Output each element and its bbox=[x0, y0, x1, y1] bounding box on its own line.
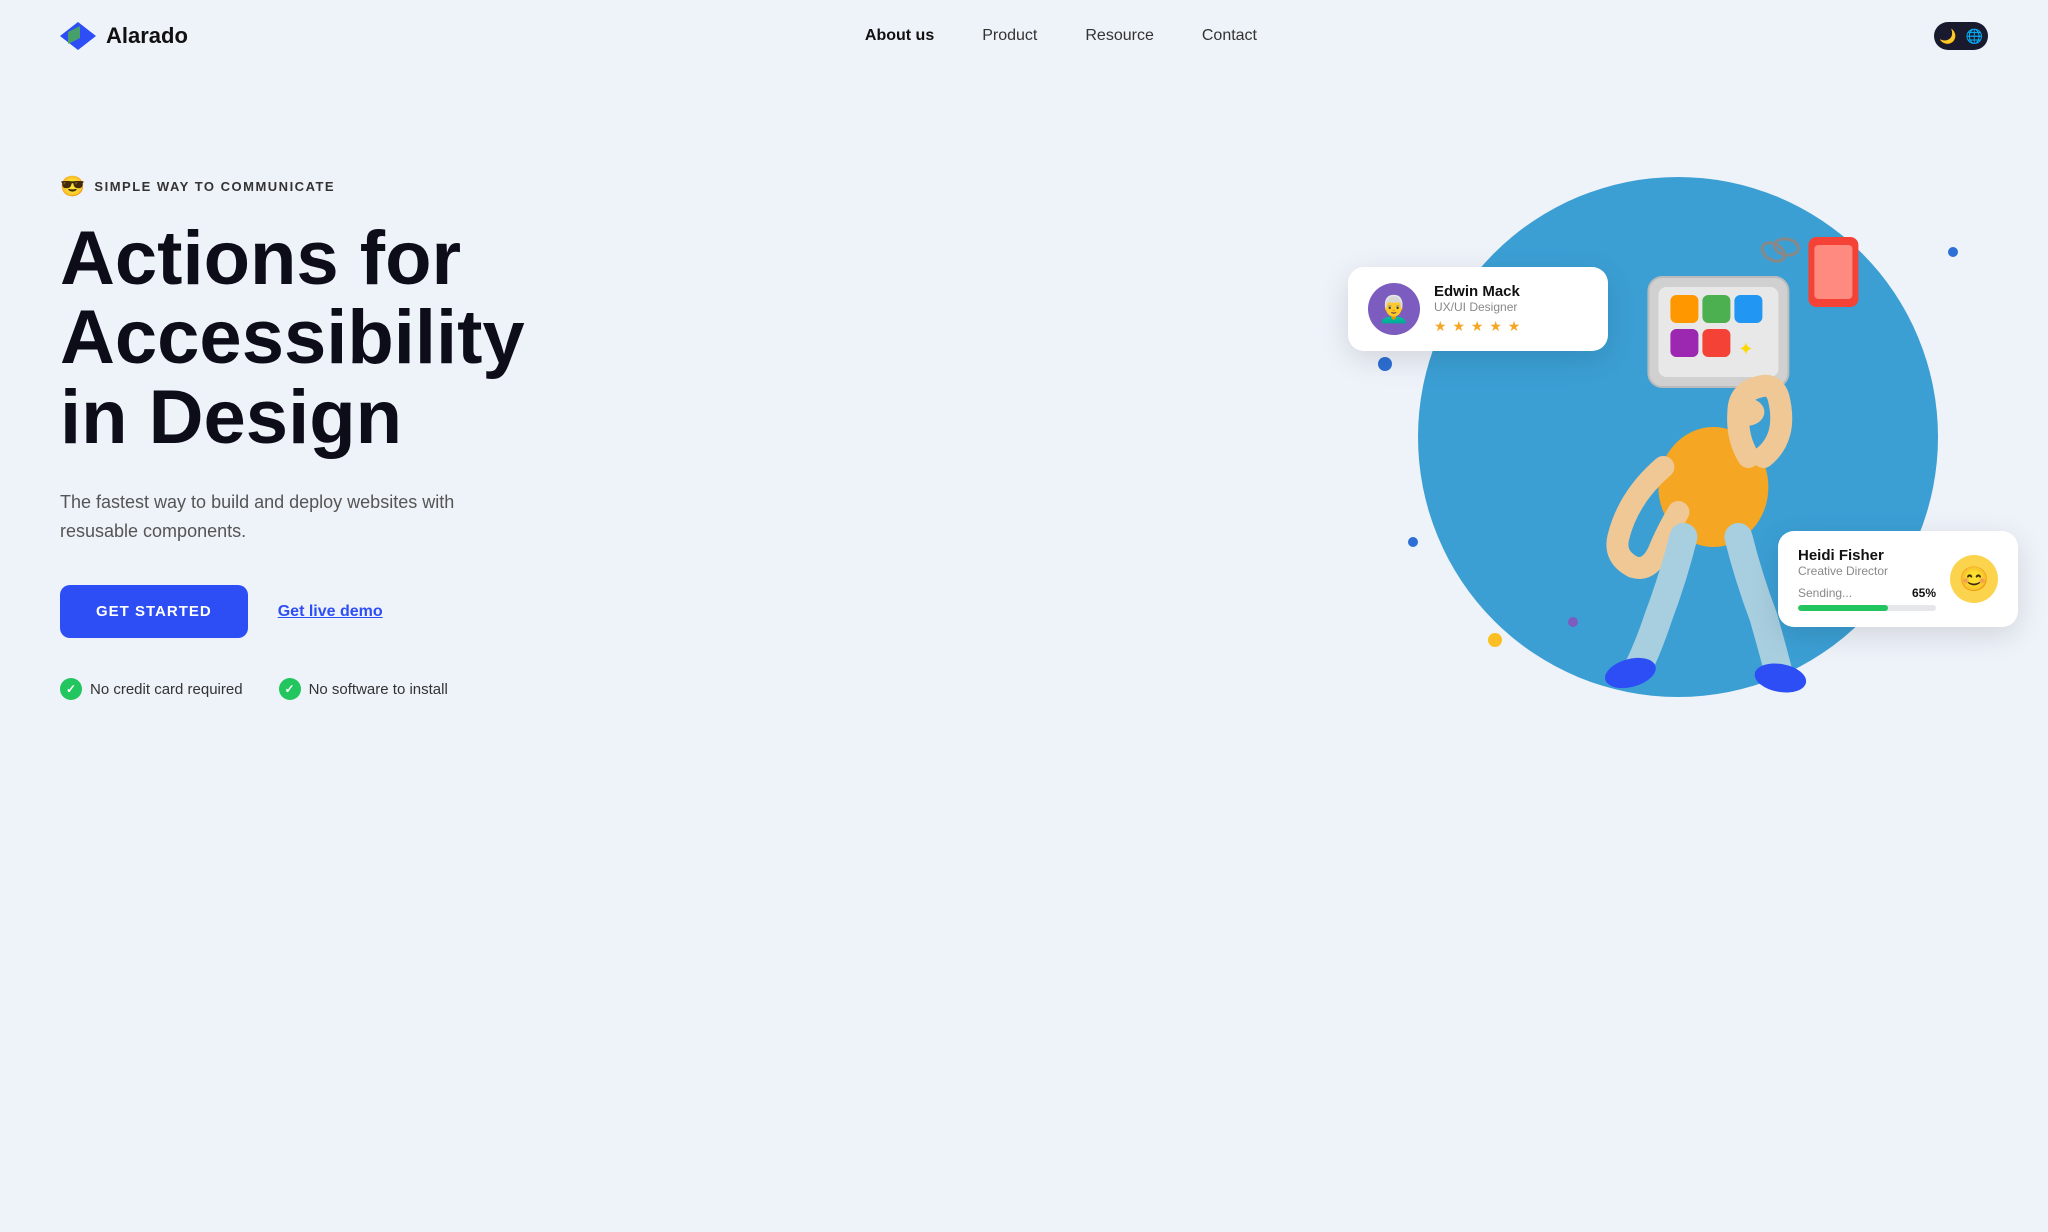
dot-5 bbox=[1948, 247, 1958, 257]
nav-link-product[interactable]: Product bbox=[982, 27, 1037, 44]
nav-item-about[interactable]: About us bbox=[865, 27, 934, 45]
heidi-role: Creative Director bbox=[1798, 564, 1936, 578]
heidi-name: Heidi Fisher bbox=[1798, 547, 1936, 564]
progress-label: Sending... bbox=[1798, 586, 1852, 600]
hero-title-line3: in Design bbox=[60, 375, 402, 460]
dot-4 bbox=[1568, 617, 1578, 627]
check-icon-1: ✓ bbox=[60, 678, 82, 700]
edwin-avatar-emoji: 👨‍🦳 bbox=[1378, 294, 1410, 325]
progress-bar-background bbox=[1798, 605, 1936, 611]
nav-link-about[interactable]: About us bbox=[865, 27, 934, 44]
hero-section: 😎 SIMPLE WAY TO COMMUNICATE Actions for … bbox=[0, 72, 2048, 822]
hero-description: The fastest way to build and deploy webs… bbox=[60, 488, 520, 546]
heidi-content: Heidi Fisher Creative Director Sending..… bbox=[1798, 547, 1936, 611]
live-demo-button[interactable]: Get live demo bbox=[278, 603, 383, 621]
check-icon-2: ✓ bbox=[279, 678, 301, 700]
progress-row: Sending... 65% bbox=[1798, 586, 1936, 600]
check-no-software: ✓ No software to install bbox=[279, 678, 448, 700]
hero-title: Actions for Accessibility in Design bbox=[60, 219, 525, 458]
svg-text:✦: ✦ bbox=[1738, 339, 1753, 359]
moon-icon: 🌙 bbox=[1939, 28, 1956, 45]
edwin-info: Edwin Mack UX/UI Designer ★ ★ ★ ★ ★ bbox=[1434, 283, 1521, 335]
hero-trust-badges: ✓ No credit card required ✓ No software … bbox=[60, 678, 525, 700]
get-started-button[interactable]: GET STARTED bbox=[60, 585, 248, 638]
badge-text: SIMPLE WAY TO COMMUNICATE bbox=[94, 179, 335, 194]
hero-illustration: ✦ bbox=[1368, 127, 1988, 747]
badge-emoji: 😎 bbox=[60, 174, 86, 199]
navbar: Alarado About us Product Resource Contac… bbox=[0, 0, 2048, 72]
card-heidi: Heidi Fisher Creative Director Sending..… bbox=[1778, 531, 2018, 627]
edwin-name: Edwin Mack bbox=[1434, 283, 1521, 300]
nav-item-resource[interactable]: Resource bbox=[1085, 27, 1153, 45]
hero-buttons: GET STARTED Get live demo bbox=[60, 585, 525, 638]
progress-pct: 65% bbox=[1912, 586, 1936, 600]
theme-toggle[interactable]: 🌙 🌐 bbox=[1934, 22, 1988, 50]
edwin-stars: ★ ★ ★ ★ ★ bbox=[1434, 318, 1521, 335]
logo-icon bbox=[60, 18, 96, 54]
edwin-avatar: 👨‍🦳 bbox=[1368, 283, 1420, 335]
progress-bar-fill bbox=[1798, 605, 1888, 611]
nav-link-contact[interactable]: Contact bbox=[1202, 27, 1257, 44]
card-edwin: 👨‍🦳 Edwin Mack UX/UI Designer ★ ★ ★ ★ ★ bbox=[1348, 267, 1608, 351]
dot-2 bbox=[1408, 537, 1418, 547]
edwin-role: UX/UI Designer bbox=[1434, 300, 1521, 314]
heidi-avatar: 😊 bbox=[1950, 555, 1998, 603]
hero-title-line2: Accessibility bbox=[60, 295, 525, 380]
sun-icon: 🌐 bbox=[1966, 28, 1983, 45]
hero-badge: 😎 SIMPLE WAY TO COMMUNICATE bbox=[60, 174, 525, 199]
nav-link-resource[interactable]: Resource bbox=[1085, 27, 1153, 44]
nav-item-product[interactable]: Product bbox=[982, 27, 1037, 45]
nav-item-contact[interactable]: Contact bbox=[1202, 27, 1257, 45]
dot-1 bbox=[1378, 357, 1392, 371]
dot-3 bbox=[1488, 633, 1502, 647]
check-no-credit-card: ✓ No credit card required bbox=[60, 678, 243, 700]
check-label-2: No software to install bbox=[309, 681, 448, 698]
hero-content: 😎 SIMPLE WAY TO COMMUNICATE Actions for … bbox=[60, 174, 525, 701]
logo-text: Alarado bbox=[106, 23, 188, 49]
hero-title-line1: Actions for bbox=[60, 216, 461, 301]
logo[interactable]: Alarado bbox=[60, 18, 188, 54]
check-label-1: No credit card required bbox=[90, 681, 243, 698]
heidi-avatar-emoji: 😊 bbox=[1959, 565, 1989, 594]
nav-links: About us Product Resource Contact bbox=[865, 27, 1257, 45]
